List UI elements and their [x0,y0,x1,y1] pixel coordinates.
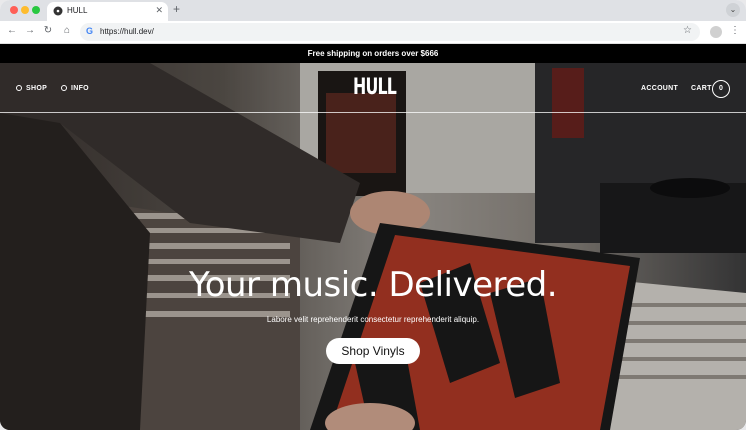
nav-info-label: INFO [71,85,89,92]
cart-count-badge[interactable]: 0 [712,80,730,98]
maximize-window-button[interactable] [32,6,40,14]
shop-vinyls-button[interactable]: Shop Vinyls [326,338,420,364]
hero-headline: Your music. Delivered. [188,265,558,305]
browser-window: HULL ✕ + ⌄ ← → ↻ ⌂ G https://hull.dev/ ☆… [0,0,746,430]
nav-shop-label: SHOP [26,85,48,92]
account-link[interactable]: ACCOUNT [641,85,678,92]
favicon-icon [53,6,63,16]
address-bar[interactable]: G https://hull.dev/ ☆ [80,23,700,41]
minimize-window-button[interactable] [21,6,29,14]
circle-icon [61,85,67,91]
hero-overlay [0,63,746,430]
google-icon: G [86,26,94,36]
cart-link[interactable]: CART [691,85,712,92]
close-window-button[interactable] [10,6,18,14]
profile-avatar[interactable] [710,26,722,38]
url-text: https://hull.dev/ [100,27,154,36]
nav-info-link[interactable]: INFO [61,85,89,92]
tab-close-icon[interactable]: ✕ [155,5,163,16]
tab-search-chevron-icon[interactable]: ⌄ [726,3,740,17]
home-icon[interactable]: ⌂ [60,25,74,36]
announcement-bar: Free shipping on orders over $666 [0,44,746,63]
reload-icon[interactable]: ↻ [41,25,55,36]
nav-shop-link[interactable]: SHOP [16,85,47,92]
browser-menu-icon[interactable]: ⋮ [730,25,740,36]
tab-title: HULL [67,6,88,15]
hero-banner [0,63,746,430]
site-logo[interactable]: HULL [353,75,397,100]
back-arrow-icon[interactable]: ← [5,25,19,36]
tab-bar: HULL ✕ + ⌄ [0,0,746,21]
new-tab-button[interactable]: + [173,2,180,16]
browser-toolbar: ← → ↻ ⌂ G https://hull.dev/ ☆ ⋮ [0,21,746,44]
bookmark-star-icon[interactable]: ☆ [683,25,692,36]
circle-icon [16,85,22,91]
site-header: SHOP INFO HULL ACCOUNT CART [0,63,746,113]
browser-tab[interactable]: HULL ✕ [47,2,168,21]
hero-subheadline: Labore velit reprehenderit consectetur r… [266,315,480,324]
forward-arrow-icon[interactable]: → [23,25,37,36]
